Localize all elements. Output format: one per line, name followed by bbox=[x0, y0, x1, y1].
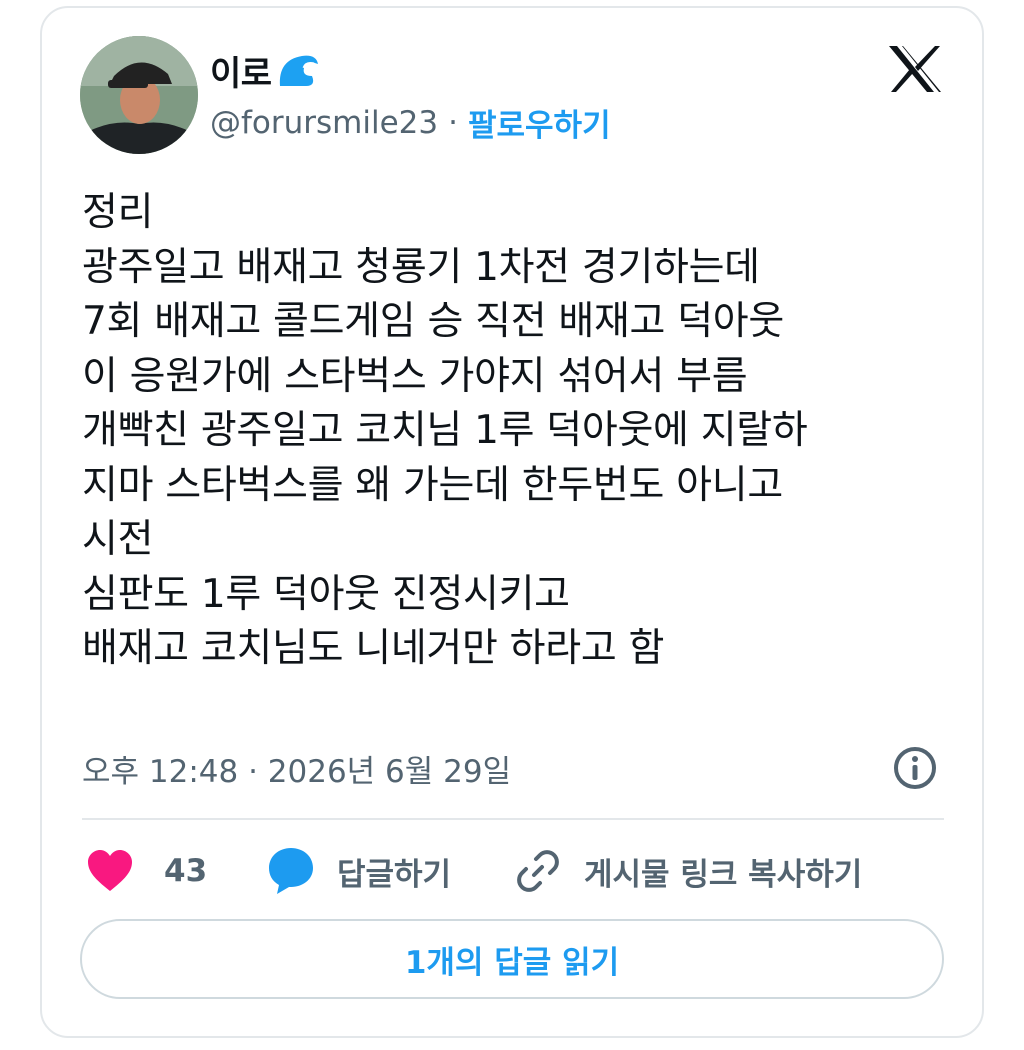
handle-row: @forursmile23 · 팔로우하기 bbox=[210, 100, 611, 145]
info-icon[interactable] bbox=[892, 745, 938, 791]
avatar-photo bbox=[80, 36, 198, 154]
tweet-text-line: 배재고 코치님도 니네거만 하라고 함 bbox=[82, 626, 665, 671]
divider bbox=[82, 818, 944, 820]
tweet-text-line: 이 응원가에 스타벅스 가야지 섞어서 부름 bbox=[82, 353, 748, 399]
tweet-text-line: 지마 스타벅스를 왜 가는데 한두번도 아니고 bbox=[82, 462, 783, 508]
reply-label: 답글하기 bbox=[337, 856, 452, 893]
copy-link-button[interactable]: 게시물 링크 복사하기 bbox=[514, 838, 862, 904]
speech-bubble-icon bbox=[269, 848, 313, 894]
name-row: 이로 bbox=[210, 46, 320, 94]
follow-button[interactable]: 팔로우하기 bbox=[468, 100, 611, 145]
tweet-text-line: 심판도 1루 덕아웃 진정시키고 bbox=[82, 571, 570, 617]
like-button[interactable]: 43 bbox=[86, 838, 207, 904]
tweet-text-line: 정리 bbox=[82, 190, 154, 235]
water-wave-icon bbox=[279, 55, 318, 86]
tweet-text: 정리 광주일고 배재고 청룡기 1차전 경기하는데 7회 배재고 콜드게임 승 … bbox=[82, 186, 962, 677]
timestamp-text[interactable]: 오후 12:48 · 2026년 6월 29일 bbox=[82, 746, 511, 791]
timestamp[interactable]: 오후 12:48 · 2026년 6월 29일 bbox=[82, 746, 511, 791]
tweet-text-line: 개빡친 광주일고 코치님 1루 덕아웃에 지랄하 bbox=[82, 408, 808, 453]
avatar[interactable] bbox=[80, 36, 198, 154]
copy-link-label: 게시물 링크 복사하기 bbox=[584, 856, 863, 893]
heart-icon bbox=[88, 850, 132, 891]
display-name[interactable]: 이로 bbox=[210, 46, 272, 95]
link-icon bbox=[517, 850, 559, 892]
tweet-text-line: 7회 배재고 콜드게임 승 직전 배재고 덕아웃 bbox=[82, 299, 784, 344]
reply-button[interactable]: 답글하기 bbox=[267, 838, 451, 904]
like-count: 43 bbox=[164, 853, 208, 889]
x-logo-icon[interactable] bbox=[887, 44, 943, 94]
handle[interactable]: @forursmile23 bbox=[210, 105, 438, 141]
separator: · bbox=[448, 104, 458, 141]
read-replies-label: 1개의 답글 읽기 bbox=[404, 944, 620, 981]
read-replies-button[interactable]: 1개의 답글 읽기 bbox=[80, 919, 944, 999]
tweet-text-line: 광주일고 배재고 청룡기 1차전 경기하는데 bbox=[82, 244, 760, 290]
tweet-text-line: 시전 bbox=[82, 517, 154, 562]
action-bar: 43 답글하기 게시물 링크 복사하기 bbox=[82, 838, 944, 904]
